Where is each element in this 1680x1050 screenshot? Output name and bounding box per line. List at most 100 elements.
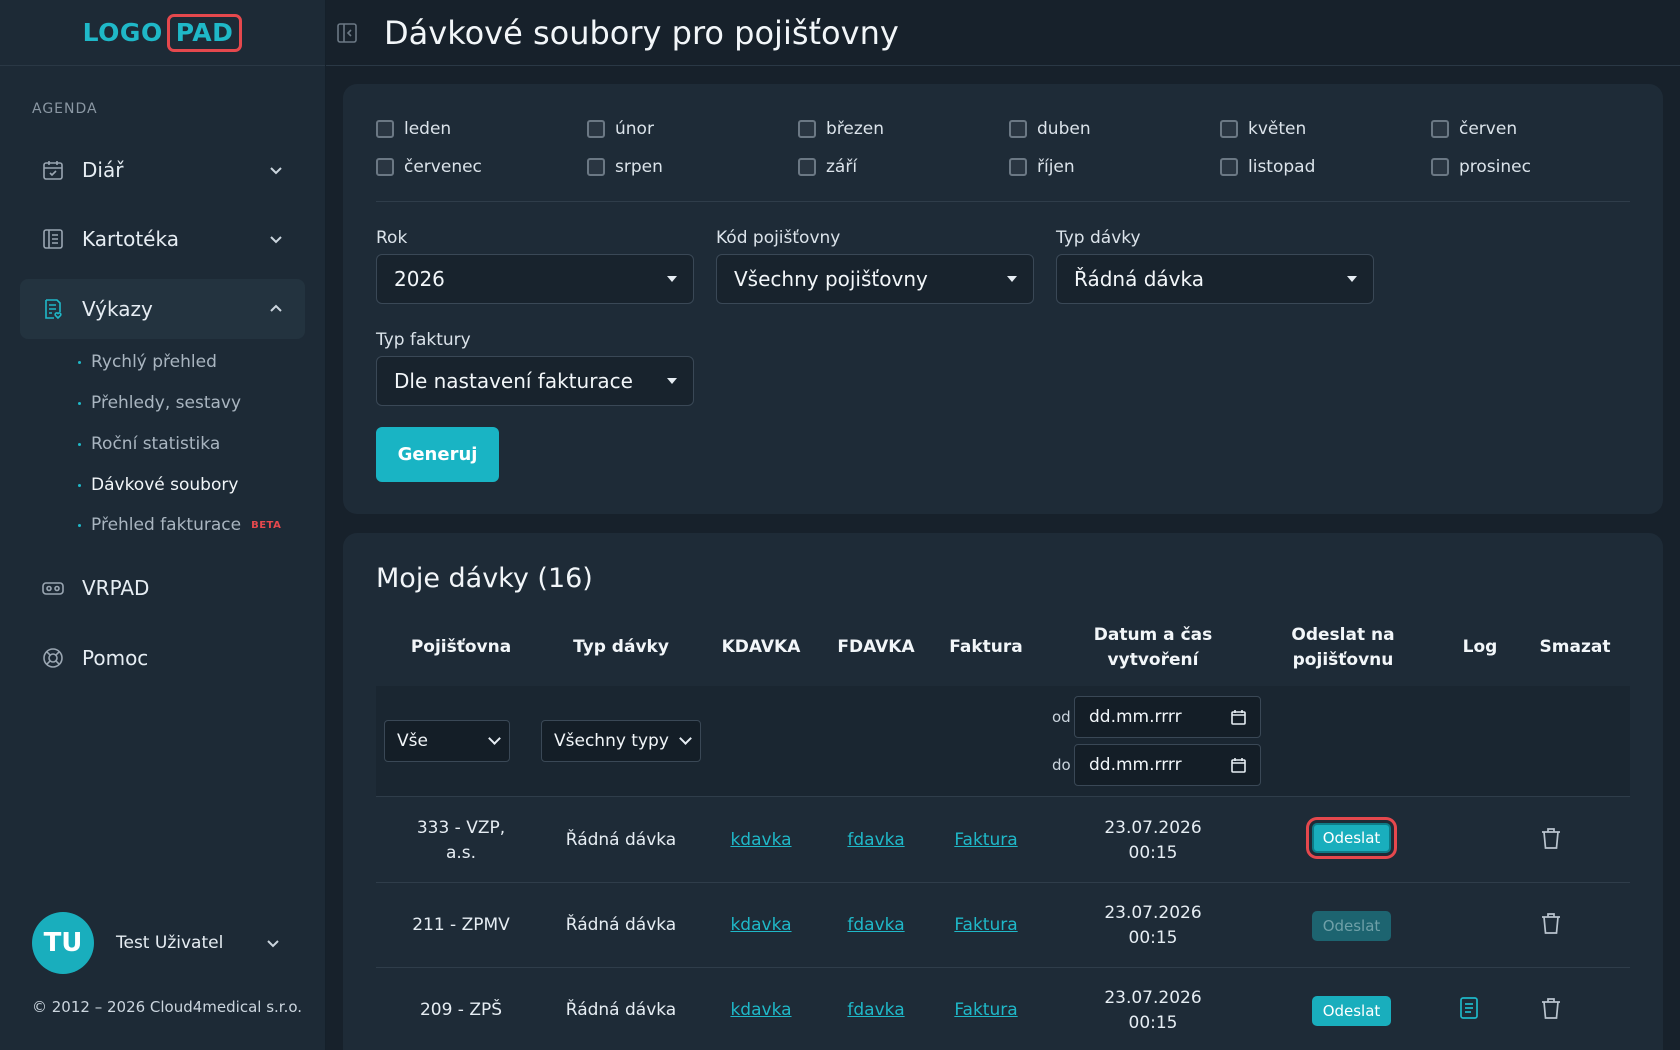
caret-down-icon: [1007, 276, 1017, 282]
sidebar-collapse-icon[interactable]: [336, 22, 358, 44]
caret-down-icon: [667, 378, 677, 384]
faktura-link[interactable]: Faktura: [936, 998, 1036, 1023]
sidebar-subitem-rychly-prehled[interactable]: Rychlý přehled: [78, 352, 217, 372]
checkbox[interactable]: [376, 158, 394, 176]
trash-icon[interactable]: [1540, 911, 1562, 935]
rok-label: Rok: [376, 228, 408, 248]
trash-icon[interactable]: [1540, 826, 1562, 850]
kod-pojistovny-select[interactable]: Všechny pojišťovny: [716, 254, 1034, 304]
sidebar-item-vykazy[interactable]: Výkazy: [20, 279, 305, 339]
send-button-disabled[interactable]: Odeslat: [1312, 911, 1391, 941]
month-label: srpen: [615, 157, 663, 177]
checkbox[interactable]: [798, 120, 816, 138]
month-checkbox[interactable]: březen: [798, 119, 884, 139]
typ-faktury-value: Dle nastavení fakturace: [394, 369, 633, 393]
month-checkbox[interactable]: únor: [587, 119, 654, 139]
pojistovna-filter-value: Vše: [397, 731, 428, 751]
month-checkbox[interactable]: prosinec: [1431, 157, 1531, 177]
checkbox[interactable]: [798, 158, 816, 176]
checkbox[interactable]: [1220, 158, 1238, 176]
send-button[interactable]: Odeslat: [1312, 823, 1391, 853]
sidebar-item-pomoc[interactable]: Pomoc: [20, 628, 305, 688]
fdavka-link[interactable]: fdavka: [826, 913, 926, 938]
bullet-dot: [78, 483, 81, 487]
month-checkbox[interactable]: listopad: [1220, 157, 1315, 177]
month-checkbox[interactable]: leden: [376, 119, 451, 139]
sidebar-item-diar[interactable]: Diář: [20, 140, 305, 200]
month-checkbox[interactable]: duben: [1009, 119, 1091, 139]
checkbox[interactable]: [1431, 158, 1449, 176]
month-checkbox[interactable]: říjen: [1009, 157, 1075, 177]
log-document-icon[interactable]: [1458, 996, 1480, 1020]
calendar-icon[interactable]: [1231, 757, 1246, 773]
kod-pojistovny-value: Všechny pojišťovny: [734, 267, 928, 291]
checkbox[interactable]: [376, 120, 394, 138]
typ-filter-select[interactable]: Všechny typy: [541, 720, 701, 762]
column-header-datum-line1: Datum a čas: [1093, 625, 1213, 645]
chevron-down-icon: [267, 940, 279, 948]
checkbox[interactable]: [1431, 120, 1449, 138]
sidebar-item-label: Výkazy: [82, 297, 153, 321]
rok-select[interactable]: 2026: [376, 254, 694, 304]
kdavka-link[interactable]: kdavka: [711, 828, 811, 853]
kdavka-link[interactable]: kdavka: [711, 998, 811, 1023]
logo[interactable]: LOGO PAD: [83, 13, 243, 52]
date-to-input[interactable]: dd.mm.rrrr: [1074, 744, 1261, 786]
calendar-icon[interactable]: [1231, 709, 1246, 725]
sidebar-item-label: Kartotéka: [82, 227, 179, 251]
checkbox[interactable]: [587, 158, 605, 176]
fdavka-link[interactable]: fdavka: [826, 828, 926, 853]
user-name: Test Uživatel: [116, 933, 224, 953]
beta-badge: BETA: [251, 519, 282, 531]
faktura-link[interactable]: Faktura: [936, 913, 1036, 938]
fdavka-link[interactable]: fdavka: [826, 998, 926, 1023]
divider: [376, 201, 1630, 202]
checkbox[interactable]: [1009, 158, 1027, 176]
chevron-down-icon: [488, 732, 501, 745]
table-row: 333 - VZP, a.s. Řádná dávka kdavka fdavk…: [376, 798, 1630, 883]
typ-davky-select[interactable]: Řádná dávka: [1056, 254, 1374, 304]
bullet-dot: [78, 360, 81, 364]
column-header-smazat: Smazat: [1539, 637, 1611, 657]
sidebar-subitem-rocni-statistika[interactable]: Roční statistika: [78, 434, 220, 454]
copyright: © 2012 – 2026 Cloud4medical s.r.o.: [32, 998, 303, 1016]
sidebar-subitem-label: Rychlý přehled: [91, 352, 217, 372]
sidebar: LOGO PAD AGENDA Diář Kartotéka Výkazy Ry…: [0, 0, 326, 1050]
cell-pojistovna-line2: a.s.: [445, 843, 477, 863]
cell-time: 00:15: [1128, 843, 1178, 863]
date-from-input[interactable]: dd.mm.rrrr: [1074, 696, 1261, 738]
month-checkbox[interactable]: červenec: [376, 157, 482, 177]
faktura-link[interactable]: Faktura: [936, 828, 1036, 853]
sidebar-subitem-prehledy-sestavy[interactable]: Přehledy, sestavy: [78, 393, 241, 413]
column-header-odeslat-line1: Odeslat na: [1291, 625, 1395, 645]
checkbox[interactable]: [1009, 120, 1027, 138]
sidebar-subitem-davkove-soubory[interactable]: Dávkové soubory: [78, 475, 238, 495]
report-icon: [40, 296, 66, 322]
month-label: září: [826, 157, 858, 177]
month-label: červenec: [404, 157, 482, 177]
month-checkbox[interactable]: září: [798, 157, 857, 177]
sidebar-item-kartoteka[interactable]: Kartotéka: [20, 209, 305, 269]
cell-time: 00:15: [1128, 1013, 1178, 1033]
cell-datum: 23.07.2026 00:15: [1058, 901, 1248, 951]
send-button[interactable]: Odeslat: [1312, 996, 1391, 1026]
checkbox[interactable]: [1220, 120, 1238, 138]
kdavka-link[interactable]: kdavka: [711, 913, 811, 938]
column-header-pojistovna: Pojišťovna: [410, 637, 512, 657]
sidebar-item-label: Diář: [82, 158, 124, 182]
sidebar-subitem-label: Roční statistika: [91, 434, 221, 454]
sidebar-subitem-prehled-fakturace[interactable]: Přehled fakturace BETA: [78, 515, 281, 535]
checkbox[interactable]: [587, 120, 605, 138]
generate-button[interactable]: Generuj: [376, 427, 499, 482]
trash-icon[interactable]: [1540, 996, 1562, 1020]
typ-faktury-select[interactable]: Dle nastavení fakturace: [376, 356, 694, 406]
typ-faktury-label: Typ faktury: [376, 330, 471, 350]
month-label: květen: [1248, 119, 1307, 139]
batches-title: Moje dávky (16): [376, 563, 593, 594]
sidebar-item-vrpad[interactable]: VRPAD: [20, 558, 305, 618]
month-checkbox[interactable]: červen: [1431, 119, 1517, 139]
month-checkbox[interactable]: srpen: [587, 157, 663, 177]
pojistovna-filter-select[interactable]: Vše: [384, 720, 510, 762]
month-checkbox[interactable]: květen: [1220, 119, 1306, 139]
user-menu[interactable]: TU Test Uživatel: [32, 912, 282, 974]
